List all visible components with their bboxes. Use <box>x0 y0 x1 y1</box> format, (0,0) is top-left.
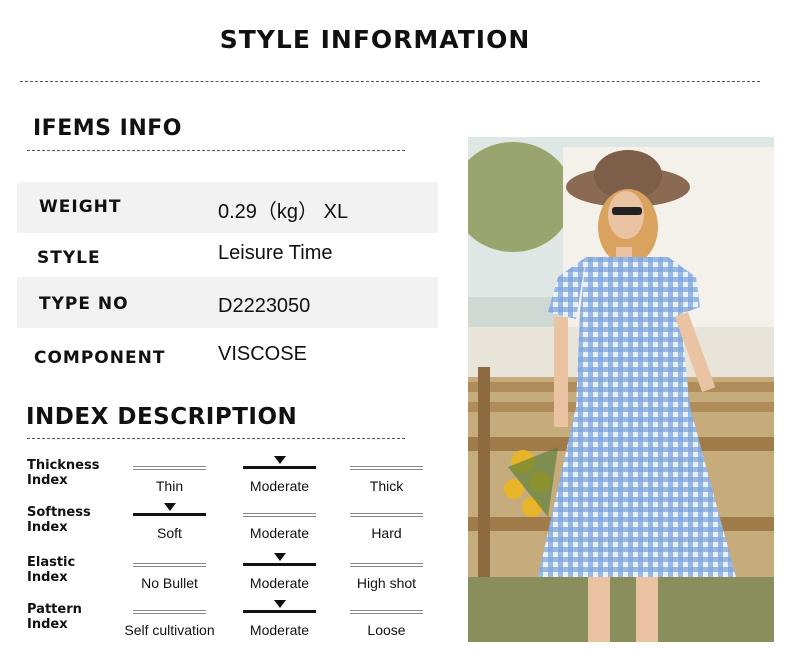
index-divider <box>27 438 405 439</box>
index-bar-1-2 <box>350 513 423 517</box>
index-label-3: Pattern Index <box>27 602 82 632</box>
index-option-1-0: Soft <box>157 525 182 541</box>
component-label: COMPONENT <box>34 348 166 368</box>
index-option-3-2: Loose <box>367 622 406 638</box>
items-info-heading: IFEMS INFO <box>33 116 182 141</box>
index-label-2: Elastic Index <box>27 555 76 585</box>
index-bar-3-2 <box>350 610 423 614</box>
index-bar-0-1 <box>243 466 316 469</box>
type-no-label: TYPE NO <box>39 294 129 314</box>
style-label: STYLE <box>37 248 101 268</box>
style-value: Leisure Time <box>218 242 333 264</box>
selected-marker-icon <box>273 600 286 608</box>
index-label-0: Thickness Index <box>27 458 100 488</box>
index-option-0-1: Moderate <box>249 478 310 494</box>
index-option-3-0: Self cultivation <box>124 622 215 638</box>
index-option-1-2: Hard <box>371 525 402 541</box>
items-info-divider <box>27 150 405 151</box>
index-option-1-1: Moderate <box>249 525 310 541</box>
product-photo <box>468 137 774 642</box>
selected-marker-icon <box>273 553 286 561</box>
index-option-2-0: No Bullet <box>141 575 198 591</box>
index-bar-3-0 <box>133 610 206 614</box>
index-option-3-1: Moderate <box>249 622 310 638</box>
index-bar-2-2 <box>350 563 423 567</box>
index-option-0-2: Thick <box>369 478 404 494</box>
index-option-0-0: Thin <box>155 478 184 494</box>
weight-label: WEIGHT <box>39 197 122 217</box>
type-no-value: D2223050 <box>218 295 311 317</box>
index-bar-1-0 <box>133 513 206 516</box>
index-bar-0-2 <box>350 466 423 470</box>
index-bar-2-1 <box>243 563 316 566</box>
title-divider <box>20 81 760 82</box>
selected-marker-icon <box>273 456 286 464</box>
index-option-2-2: High shot <box>356 575 417 591</box>
index-bar-3-1 <box>243 610 316 613</box>
index-bar-1-1 <box>243 513 316 517</box>
component-value: VISCOSE <box>218 343 307 365</box>
index-heading: INDEX DESCRIPTION <box>26 404 298 430</box>
index-bar-0-0 <box>133 466 206 470</box>
index-bar-2-0 <box>133 563 206 567</box>
selected-marker-icon <box>163 503 176 511</box>
index-label-1: Softness Index <box>27 505 91 535</box>
page-title: STYLE INFORMATION <box>219 25 531 54</box>
index-option-2-1: Moderate <box>249 575 310 591</box>
weight-value: 0.29（kg） XL <box>218 201 349 223</box>
